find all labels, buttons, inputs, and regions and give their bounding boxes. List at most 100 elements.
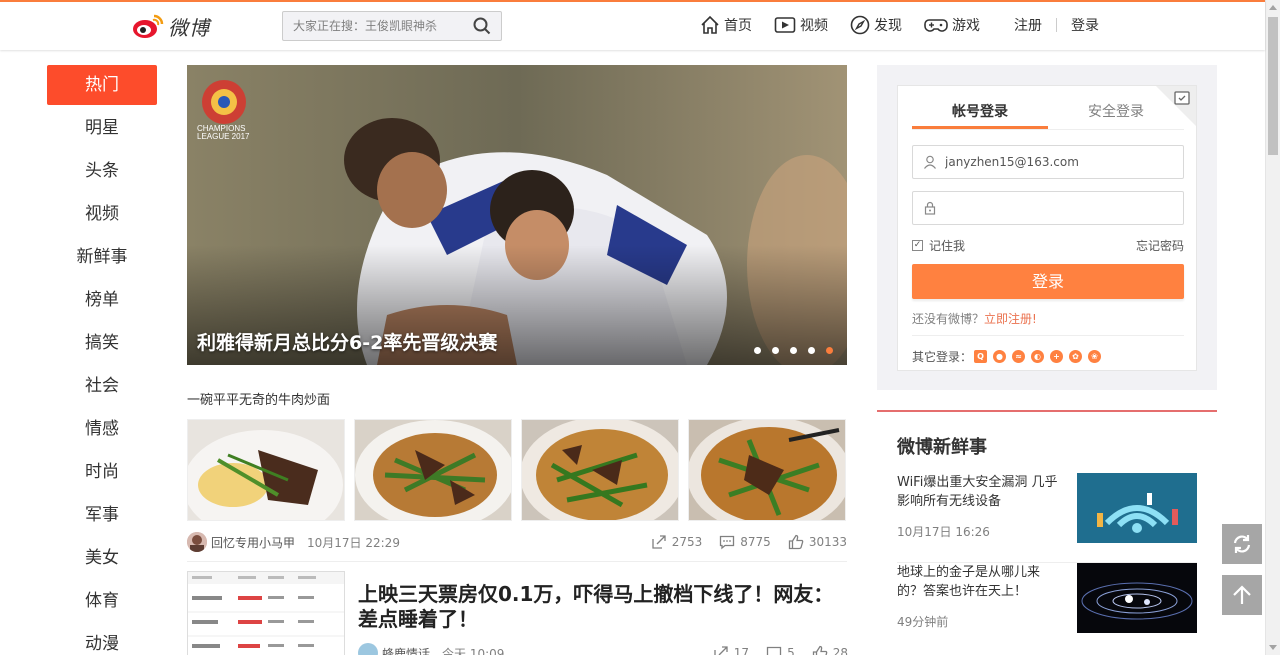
arrow-up-icon bbox=[1233, 585, 1251, 604]
third-party-login: 其它登录： Q ● ≈ ◐ + ✿ ❀ bbox=[912, 348, 1102, 365]
scroll-up-arrow-icon[interactable] bbox=[1269, 5, 1277, 10]
sidebar-item-stars[interactable]: 明星 bbox=[47, 108, 157, 151]
featured-banner[interactable]: CHAMPIONS LEAGUE 2017 利雅得新月总比分6-2率先晋级决赛 bbox=[187, 65, 847, 365]
news-item-time: 10月17日 16:26 bbox=[897, 525, 990, 539]
register-now-link[interactable]: 立即注册! bbox=[984, 312, 1037, 326]
forgot-password-link[interactable]: 忘记密码 bbox=[1136, 237, 1184, 254]
gamepad-icon bbox=[924, 19, 948, 32]
sidebar-item-rankings[interactable]: 榜单 bbox=[47, 280, 157, 323]
sidebar-item-military[interactable]: 军事 bbox=[47, 495, 157, 538]
scrollbar-thumb[interactable] bbox=[1268, 17, 1278, 155]
banner-pagination bbox=[743, 347, 833, 354]
password-field[interactable] bbox=[912, 191, 1184, 225]
sidebar-item-emotion[interactable]: 情感 bbox=[47, 409, 157, 452]
post-image[interactable] bbox=[354, 419, 512, 521]
banner-caption[interactable]: 利雅得新月总比分6-2率先晋级决赛 bbox=[197, 328, 497, 355]
remember-checkbox[interactable]: ✓ bbox=[912, 240, 923, 251]
nav-separator bbox=[1056, 18, 1057, 32]
share-icon bbox=[714, 646, 728, 655]
post-time: 10月17日 22:29 bbox=[307, 535, 400, 550]
sidebar-item-hot[interactable]: 热门 bbox=[47, 65, 157, 105]
back-to-top-button[interactable] bbox=[1222, 575, 1262, 615]
remember-label[interactable]: 记住我 bbox=[929, 237, 965, 254]
sidebar-item-funny[interactable]: 搞笑 bbox=[47, 323, 157, 366]
post-image[interactable] bbox=[688, 419, 846, 521]
post-thumbnail[interactable] bbox=[187, 571, 345, 655]
comment-button[interactable]: 5 bbox=[766, 645, 795, 655]
sidebar-item-video[interactable]: 视频 bbox=[47, 194, 157, 237]
news-item-title[interactable]: 地球上的金子是从哪儿来的？答案也许在天上！ bbox=[897, 563, 1062, 601]
post-image[interactable] bbox=[521, 419, 679, 521]
qq-icon[interactable]: Q bbox=[974, 350, 988, 363]
nav-video[interactable]: 视频 bbox=[774, 15, 828, 35]
refresh-icon bbox=[1233, 535, 1251, 553]
feed-divider bbox=[187, 561, 847, 562]
like-button[interactable]: 28 bbox=[812, 645, 848, 655]
username-input[interactable] bbox=[945, 155, 1165, 169]
like-button[interactable]: 30133 bbox=[788, 534, 847, 550]
news-item-image[interactable] bbox=[1077, 563, 1197, 633]
news-item-title[interactable]: WiFi爆出重大安全漏洞 几乎影响所有无线设备 bbox=[897, 473, 1062, 511]
news-item[interactable]: 地球上的金子是从哪儿来的？答案也许在天上！ 49分钟前 bbox=[897, 563, 1217, 633]
login-link[interactable]: 登录 bbox=[1071, 15, 1099, 35]
wechat-icon[interactable]: ◐ bbox=[1031, 350, 1045, 363]
sidebar-item-fresh[interactable]: 新鲜事 bbox=[47, 237, 157, 280]
author-avatar[interactable] bbox=[187, 532, 207, 552]
post-headline[interactable]: 上映三天票房仅0.1万，吓得马上撤档下线了！网友：差点睡着了！ bbox=[358, 582, 848, 632]
banner-dot[interactable] bbox=[808, 347, 815, 354]
search-icon[interactable] bbox=[473, 17, 491, 35]
tianyi-icon[interactable]: ≈ bbox=[1012, 350, 1026, 363]
scroll-down-arrow-icon[interactable] bbox=[1269, 645, 1277, 650]
search-input[interactable] bbox=[283, 12, 463, 40]
login-button[interactable]: 登录 bbox=[912, 264, 1184, 299]
login-panel-container: 帐号登录 安全登录 ✓ 记住我 忘记密码 登录 还没有微博？立即注册! 其它登录… bbox=[877, 65, 1217, 390]
post-time: 今天 10:09 bbox=[442, 646, 505, 655]
nav-game-label: 游戏 bbox=[952, 18, 980, 34]
post-image[interactable] bbox=[187, 419, 345, 521]
sidebar-item-sports[interactable]: 体育 bbox=[47, 581, 157, 624]
banner-dot-active[interactable] bbox=[826, 347, 833, 354]
tab-secure-login[interactable]: 安全登录 bbox=[1048, 100, 1184, 129]
nav-home[interactable]: 首页 bbox=[700, 15, 752, 35]
author-avatar[interactable] bbox=[358, 643, 378, 655]
baidu-icon[interactable]: ❀ bbox=[1088, 350, 1102, 363]
sidebar-item-headlines[interactable]: 头条 bbox=[47, 151, 157, 194]
weibo-logo[interactable]: 微博 bbox=[132, 11, 210, 41]
post-title[interactable]: 一碗平平无奇的牛肉炒面 bbox=[187, 389, 330, 408]
page-scrollbar[interactable] bbox=[1265, 0, 1280, 655]
password-input[interactable] bbox=[945, 201, 1165, 215]
sidebar-item-anime[interactable]: 动漫 bbox=[47, 624, 157, 655]
penguin-icon[interactable]: ● bbox=[993, 350, 1007, 363]
banner-dot[interactable] bbox=[754, 347, 761, 354]
news-item-image[interactable] bbox=[1077, 473, 1197, 543]
comment-count: 8775 bbox=[740, 535, 771, 549]
nav-discover[interactable]: 发现 bbox=[850, 15, 902, 35]
comment-button[interactable]: 8775 bbox=[719, 534, 771, 550]
banner-dot[interactable] bbox=[772, 347, 779, 354]
author-name[interactable]: 回忆专用小马甲 bbox=[211, 534, 295, 551]
sidebar-item-beauty[interactable]: 美女 bbox=[47, 538, 157, 581]
360-icon[interactable]: + bbox=[1050, 350, 1064, 363]
share-button[interactable]: 2753 bbox=[651, 534, 702, 550]
comment-icon bbox=[766, 646, 782, 655]
news-item-time: 49分钟前 bbox=[897, 615, 949, 629]
refresh-button[interactable] bbox=[1222, 524, 1262, 564]
nav-game[interactable]: 游戏 bbox=[924, 15, 980, 35]
register-link[interactable]: 注册 bbox=[1014, 15, 1042, 35]
weixin-icon[interactable]: ✿ bbox=[1069, 350, 1083, 363]
author-name[interactable]: 蜂鹿情话 bbox=[382, 645, 430, 655]
banner-logo-line2: LEAGUE 2017 bbox=[197, 132, 250, 141]
tab-account-login[interactable]: 帐号登录 bbox=[912, 100, 1048, 129]
video-icon bbox=[774, 17, 796, 33]
nav-home-label: 首页 bbox=[724, 18, 752, 34]
category-sidebar: 热门 明星 头条 视频 新鲜事 榜单 搞笑 社会 情感 时尚 军事 美女 体育 … bbox=[47, 65, 157, 655]
sidebar-item-society[interactable]: 社会 bbox=[47, 366, 157, 409]
share-button[interactable]: 17 bbox=[713, 645, 749, 655]
comment-count: 5 bbox=[787, 646, 795, 655]
like-count: 28 bbox=[832, 646, 848, 655]
news-item[interactable]: WiFi爆出重大安全漏洞 几乎影响所有无线设备 10月17日 16:26 bbox=[897, 473, 1217, 543]
banner-dot[interactable] bbox=[790, 347, 797, 354]
top-navigation-bar: 微博 首页 视频 发现 游戏 注册 登录 bbox=[0, 0, 1265, 50]
username-field[interactable] bbox=[912, 145, 1184, 179]
sidebar-item-fashion[interactable]: 时尚 bbox=[47, 452, 157, 495]
